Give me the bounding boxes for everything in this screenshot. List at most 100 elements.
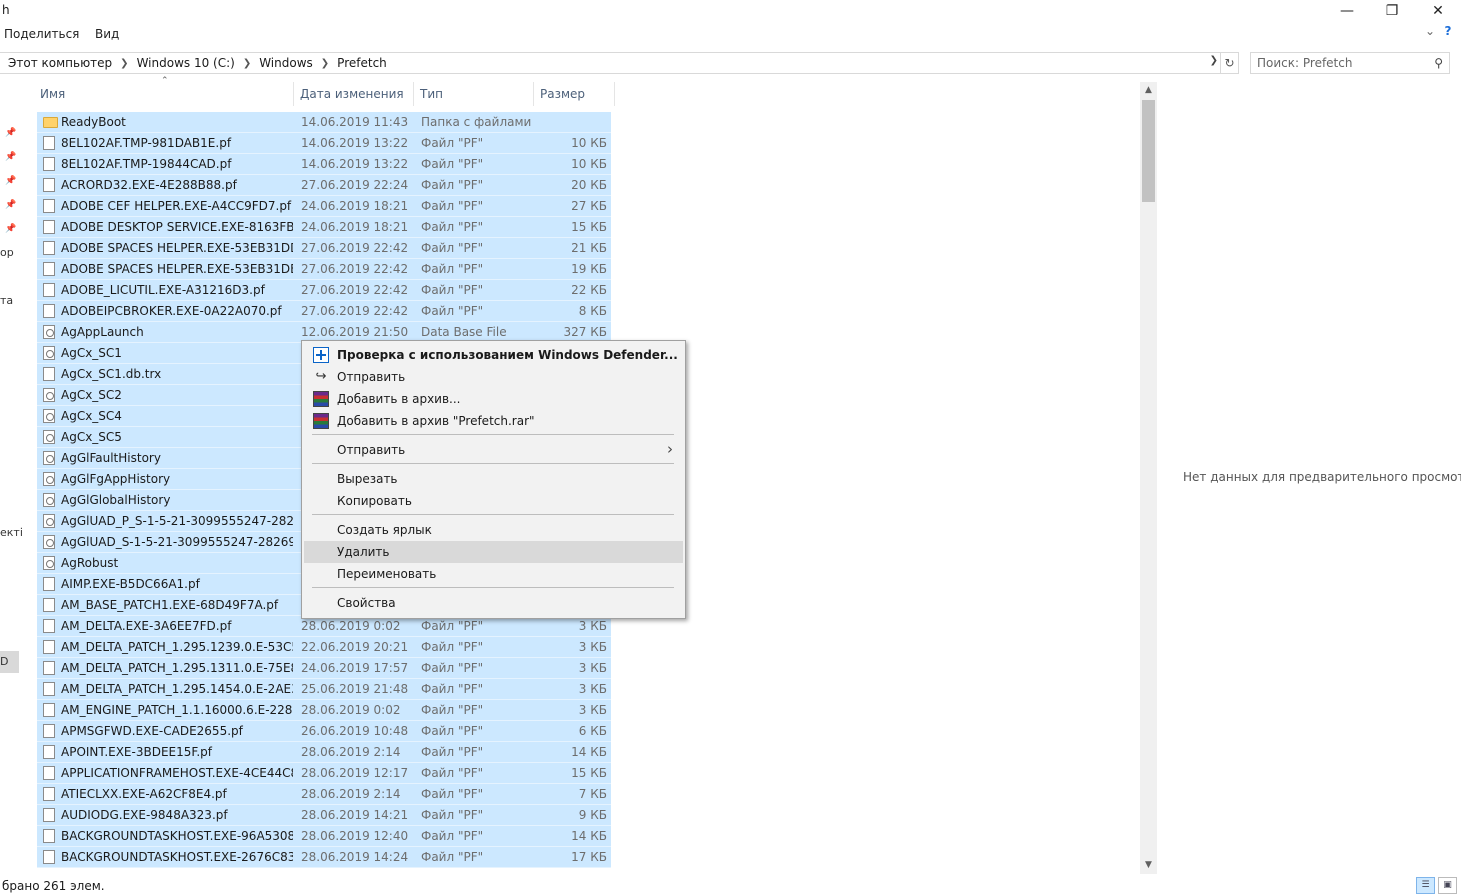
file-row[interactable]: 8EL102AF.TMP-981DAB1E.pf 14.06.2019 13:22… [37,133,611,154]
scroll-down-button[interactable]: ▼ [1140,857,1157,874]
menu-item-properties[interactable]: Свойства [304,592,683,614]
scroll-up-button[interactable]: ▲ [1140,82,1157,99]
file-size: 10 КБ [571,157,607,171]
help-icon: ? [1444,24,1452,38]
file-row[interactable]: APPLICATIONFRAMEHOST.EXE-4CE44C8... 28.06… [37,763,611,784]
file-type: Файл "PF" [421,304,484,318]
chevron-right-icon[interactable]: ❯ [243,58,251,69]
file-row[interactable]: ADOBE CEF HELPER.EXE-A4CC9FD7.pf 24.06.20… [37,196,611,217]
file-row[interactable]: ADOBE DESKTOP SERVICE.EXE-8163FB66.pf 24.… [37,217,611,238]
file-name: ADOBE_LICUTIL.EXE-A31216D3.pf [61,283,265,297]
pin-icon[interactable]: 📌 [5,152,16,162]
menu-separator [312,514,674,515]
file-type: Файл "PF" [421,724,484,738]
file-row[interactable]: ACRORD32.EXE-4E288B88.pf 27.06.2019 22:24… [37,175,611,196]
file-row[interactable]: ADOBE SPACES HELPER.EXE-53EB31DD.pf 27.06… [37,238,611,259]
menu-item-add-to-archive[interactable]: Добавить в архив... [304,388,683,410]
file-row[interactable]: AM_DELTA_PATCH_1.295.1454.0.E-2AE3B... 25… [37,679,611,700]
pin-icon[interactable]: 📌 [5,200,16,210]
file-row[interactable]: 8EL102AF.TMP-19844CAD.pf 14.06.2019 13:22… [37,154,611,175]
breadcrumb: Этот компьютер ❯ Windows 10 (C:) ❯ Windo… [8,56,387,70]
column-header-name[interactable]: Имя [34,82,294,106]
pin-icon[interactable]: 📌 [5,176,16,186]
crumb-prefetch[interactable]: Prefetch [337,56,387,70]
file-icon [43,598,55,612]
file-row[interactable]: AUDIODG.EXE-9848A323.pf 28.06.2019 14:21 Ф… [37,805,611,826]
menu-item-send-to[interactable]: Отправить › [304,439,683,461]
close-button[interactable]: ✕ [1415,0,1461,22]
file-name: ACRORD32.EXE-4E288B88.pf [61,178,237,192]
refresh-button[interactable]: ↻ [1221,52,1239,74]
pin-icon[interactable]: 📌 [5,224,16,234]
file-size: 27 КБ [571,199,607,213]
menu-item-cut[interactable]: Вырезать [304,468,683,490]
file-date: 28.06.2019 0:02 [301,619,401,633]
nav-item-fragment[interactable]: та [0,294,13,307]
restore-icon: ❐ [1385,3,1399,19]
file-type: Файл "PF" [421,199,484,213]
file-date: 28.06.2019 0:02 [301,703,401,717]
file-row[interactable]: AM_DELTA_PATCH_1.295.1239.0.E-53C55... 22… [37,637,611,658]
menu-item-delete[interactable]: Удалить [304,541,683,563]
window-title: h [2,3,10,17]
file-size: 20 КБ [571,178,607,192]
column-header-type[interactable]: Тип [414,82,534,106]
file-name: AgGlGlobalHistory [61,493,171,507]
file-size: 6 КБ [578,724,607,738]
pin-icon[interactable]: 📌 [5,128,16,138]
nav-item-fragment[interactable]: ор [0,246,14,259]
file-size: 14 КБ [571,829,607,843]
column-header-date[interactable]: Дата изменения [294,82,414,106]
details-view-button[interactable]: ☰ [1416,877,1435,894]
vertical-scrollbar[interactable]: ▲ ▼ [1140,82,1157,874]
file-row[interactable]: ADOBE SPACES HELPER.EXE-53EB31DE.pf 27.06… [37,259,611,280]
file-row[interactable]: AM_DELTA_PATCH_1.295.1311.0.E-75E87... 24… [37,658,611,679]
chevron-right-icon[interactable]: ❯ [120,58,128,69]
triangle-down-icon: ▼ [1145,860,1152,870]
nav-item-fragment[interactable]: екті [0,526,22,539]
share-icon: ↪ [315,369,327,384]
file-type: Файл "PF" [421,220,484,234]
crumb-drive-c[interactable]: Windows 10 (C:) [137,56,235,70]
nav-item-fragment[interactable]: D [0,655,8,668]
help-button[interactable]: ? [1439,24,1457,38]
search-input[interactable] [1257,54,1427,72]
tab-share[interactable]: Поделиться [4,27,79,41]
chevron-right-icon[interactable]: ❯ [321,58,329,69]
large-icons-view-button[interactable]: ▣ [1438,877,1457,894]
menu-item-label: Добавить в архив "Prefetch.rar" [337,414,535,428]
menu-item-defender-scan[interactable]: Проверка с использованием Windows Defend… [304,344,683,366]
file-row[interactable]: ADOBEIPCBROKER.EXE-0A22A070.pf 27.06.2019… [37,301,611,322]
search-icon[interactable]: ⚲ [1434,56,1443,70]
tab-view[interactable]: Вид [95,27,119,41]
file-row[interactable]: ReadyBoot 14.06.2019 11:43 Папка с файлами [37,112,611,133]
menu-item-add-to-prefetch-rar[interactable]: Добавить в архив "Prefetch.rar" [304,410,683,432]
menu-item-rename[interactable]: Переименовать [304,563,683,585]
file-row[interactable]: ADOBE_LICUTIL.EXE-A31216D3.pf 27.06.2019 … [37,280,611,301]
file-name: 8EL102AF.TMP-981DAB1E.pf [61,136,232,150]
file-row[interactable]: ATIECLXX.EXE-A62CF8E4.pf 28.06.2019 2:14 Ф… [37,784,611,805]
title-bar: h — ❐ ✕ [0,0,1461,22]
address-bar[interactable]: Этот компьютер ❯ Windows 10 (C:) ❯ Windo… [0,52,1221,74]
scrollbar-thumb[interactable] [1142,100,1155,202]
restore-button[interactable]: ❐ [1369,0,1415,22]
file-row[interactable]: AM_DELTA.EXE-3A6EE7FD.pf 28.06.2019 0:02 Ф… [37,616,611,637]
address-history-dropdown[interactable]: ❯ [1210,55,1218,66]
crumb-this-pc[interactable]: Этот компьютер [8,56,112,70]
file-date: 14.06.2019 11:43 [301,115,409,129]
file-row[interactable]: AM_ENGINE_PATCH_1.1.16000.6.E-228D8... 28… [37,700,611,721]
file-row[interactable]: APMSGFWD.EXE-CADE2655.pf 26.06.2019 10:48… [37,721,611,742]
menu-item-share[interactable]: ↪ Отправить [304,366,683,388]
crumb-windows[interactable]: Windows [259,56,313,70]
menu-item-copy[interactable]: Копировать [304,490,683,512]
minimize-button[interactable]: — [1324,0,1370,22]
ribbon-expand-button[interactable]: ⌄ [1421,24,1439,38]
file-type: Файл "PF" [421,703,484,717]
column-header-size[interactable]: Размер [534,82,615,106]
file-row[interactable]: APOINT.EXE-3BDEE15F.pf 28.06.2019 2:14 Фай… [37,742,611,763]
file-name: AgCx_SC2 [61,388,122,402]
menu-item-create-shortcut[interactable]: Создать ярлык [304,519,683,541]
file-row[interactable]: BACKGROUNDTASKHOST.EXE-96A5308E.pf 28.06.… [37,826,611,847]
file-row[interactable]: BACKGROUNDTASKHOST.EXE-2676C83F.pf 28.06.… [37,847,611,868]
file-icon [43,829,55,843]
